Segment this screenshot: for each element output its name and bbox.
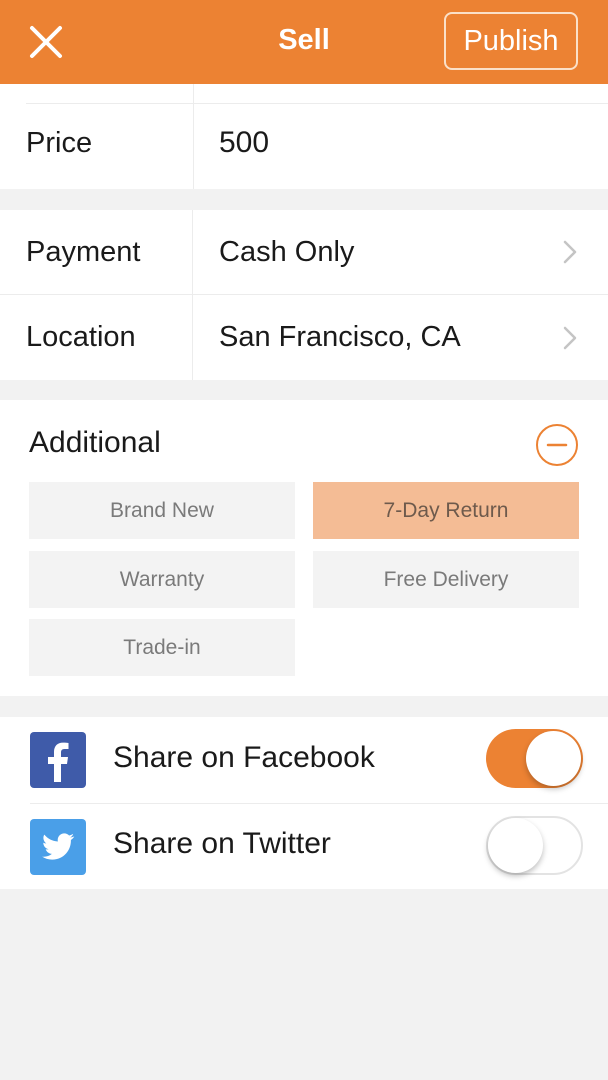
payment-label: Payment (0, 210, 193, 294)
payment-row[interactable]: Payment Cash Only (0, 210, 608, 295)
price-label: Price (26, 127, 93, 159)
location-label: Location (0, 295, 193, 380)
close-button[interactable] (26, 22, 66, 62)
tag-7-day-return[interactable]: 7-Day Return (313, 482, 579, 539)
details-section: Payment Cash Only Location San Francisco… (0, 210, 608, 380)
additional-title: Additional (29, 426, 161, 459)
share-twitter-row: Share on Twitter (0, 803, 608, 889)
location-value: San Francisco, CA (219, 321, 461, 353)
toggle-knob (526, 731, 581, 786)
share-facebook-row: Share on Facebook (0, 717, 608, 803)
location-row[interactable]: Location San Francisco, CA (0, 295, 608, 380)
toggle-knob (488, 818, 543, 873)
share-twitter-label: Share on Twitter (113, 827, 331, 860)
nav-bar: Sell Publish (0, 0, 608, 84)
facebook-toggle[interactable] (486, 729, 583, 788)
tag-trade-in[interactable]: Trade-in (29, 619, 295, 676)
publish-button[interactable]: Publish (444, 12, 578, 70)
price-section: Price 500 (0, 84, 608, 189)
tag-free-delivery[interactable]: Free Delivery (313, 551, 579, 608)
payment-value: Cash Only (219, 235, 355, 268)
divider (26, 103, 608, 104)
page-title: Sell (278, 24, 330, 56)
tag-brand-new[interactable]: Brand New (29, 482, 295, 539)
facebook-icon (30, 732, 86, 788)
price-input[interactable]: 500 (219, 126, 579, 166)
twitter-toggle[interactable] (486, 816, 583, 875)
close-icon (30, 26, 62, 58)
additional-section: Additional Brand New 7-Day Return Warran… (0, 400, 608, 696)
share-facebook-label: Share on Facebook (113, 741, 375, 774)
tag-warranty[interactable]: Warranty (29, 551, 295, 608)
chevron-right-icon (563, 326, 577, 349)
share-section: Share on Facebook Share on Twitter (0, 717, 608, 889)
collapse-button[interactable] (535, 423, 579, 467)
minus-circle-icon (536, 424, 578, 466)
twitter-icon (30, 819, 86, 875)
divider (193, 84, 194, 189)
chevron-right-icon (563, 240, 577, 264)
